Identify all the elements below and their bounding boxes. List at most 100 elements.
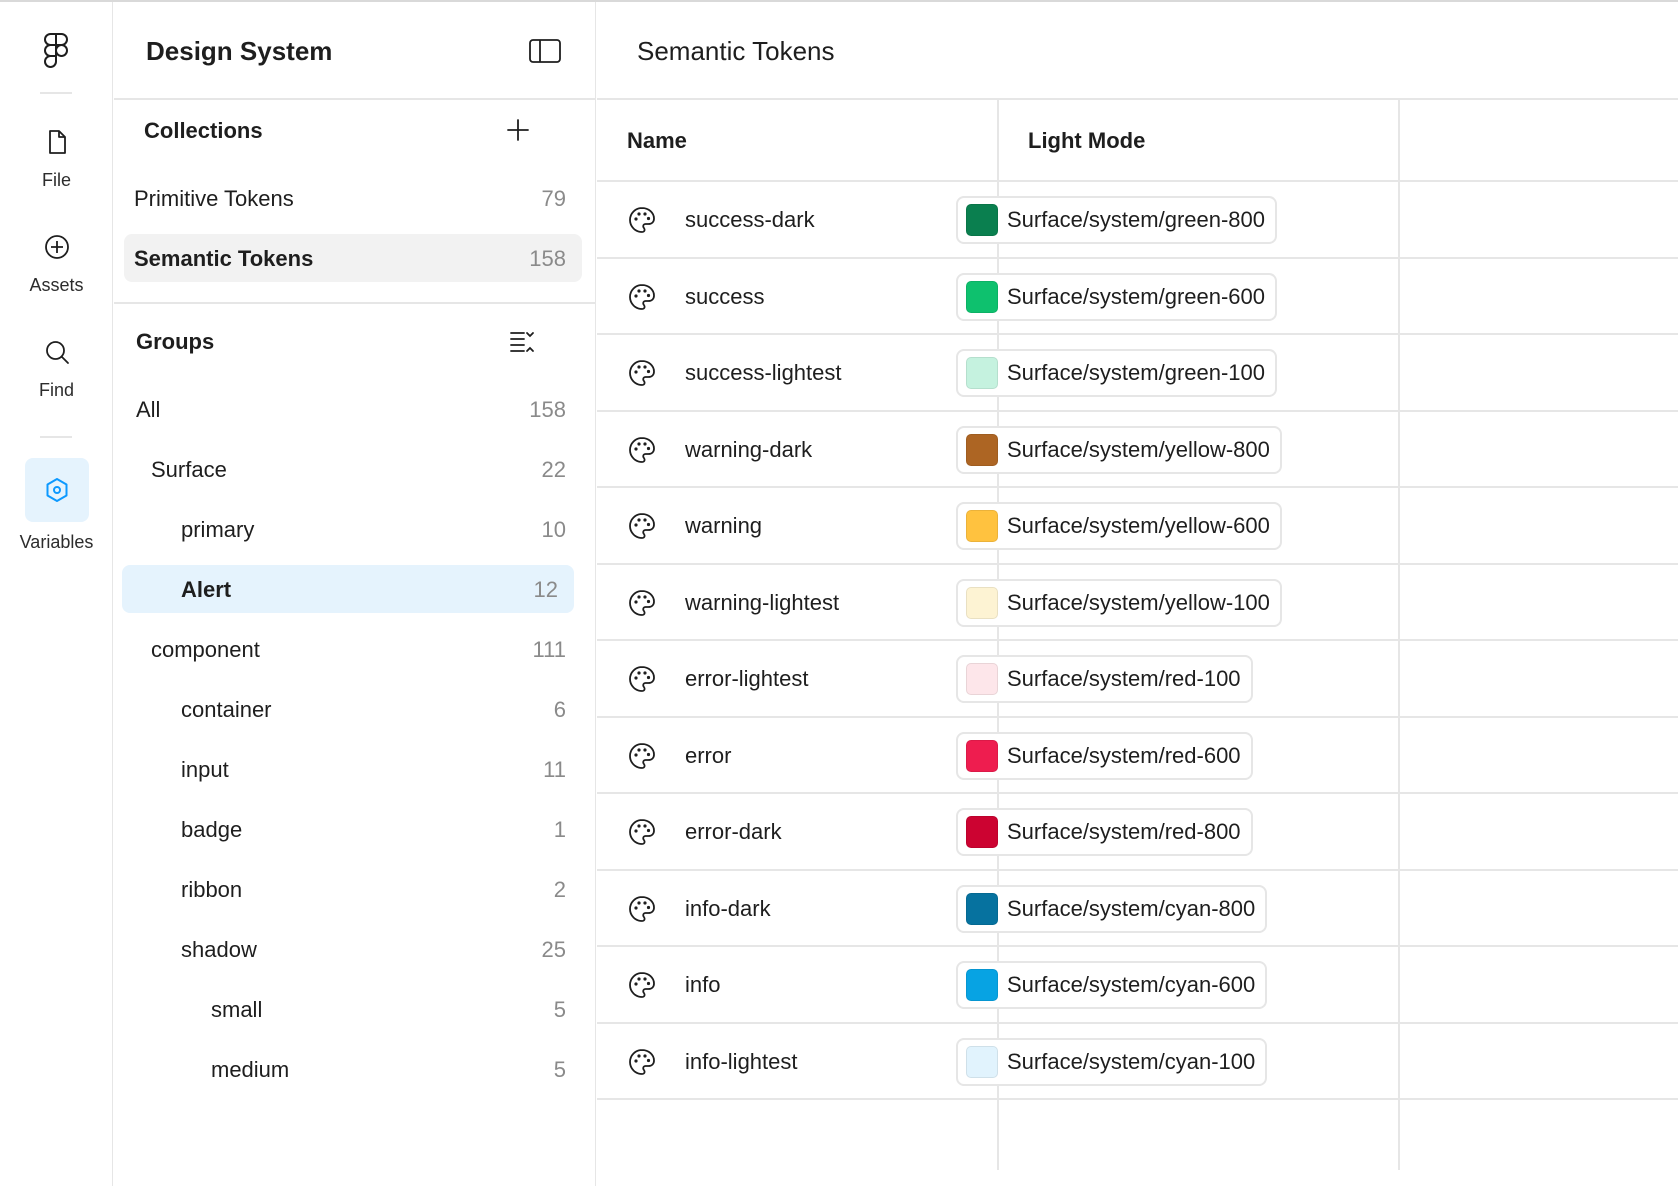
color-swatch bbox=[966, 510, 998, 542]
token-name[interactable]: info-lightest bbox=[685, 1049, 798, 1075]
collection-label: Semantic Tokens bbox=[134, 246, 314, 271]
alias-value-chip[interactable]: Surface/system/cyan-100 bbox=[956, 1037, 1268, 1086]
group-item-all[interactable]: All 158 bbox=[134, 385, 582, 433]
panel-title: Design System bbox=[146, 36, 333, 66]
group-label: medium bbox=[211, 1057, 290, 1082]
collections-title: Collections bbox=[144, 118, 263, 143]
alias-value-chip[interactable]: Surface/system/red-600 bbox=[956, 731, 1253, 780]
color-palette-icon bbox=[627, 664, 657, 694]
alias-value-text: Surface/system/cyan-600 bbox=[1007, 972, 1256, 997]
token-name[interactable]: success-dark bbox=[685, 207, 815, 233]
collection-label: Primitive Tokens bbox=[134, 186, 294, 211]
group-item-badge[interactable]: badge 1 bbox=[134, 805, 582, 853]
color-palette-icon bbox=[627, 358, 657, 388]
alias-value-text: Surface/system/red-600 bbox=[1007, 742, 1241, 768]
group-item-small[interactable]: small 5 bbox=[134, 985, 582, 1033]
alias-value-text: Surface/system/green-100 bbox=[1007, 360, 1266, 385]
alias-value-chip[interactable]: Surface/system/green-100 bbox=[956, 349, 1278, 397]
collection-item-primitive-tokens[interactable]: Primitive Tokens 79 bbox=[134, 174, 582, 222]
group-item-alert[interactable]: Alert 12 bbox=[122, 565, 574, 613]
group-count: 22 bbox=[541, 457, 566, 482]
alias-value-chip[interactable]: Surface/system/green-600 bbox=[956, 272, 1278, 321]
token-name[interactable]: warning bbox=[685, 513, 762, 539]
alias-value-chip[interactable]: Surface/system/yellow-100 bbox=[956, 578, 1282, 627]
color-swatch bbox=[966, 280, 998, 313]
alias-value-chip[interactable]: Surface/system/red-100 bbox=[956, 655, 1253, 703]
token-name[interactable]: warning-dark bbox=[685, 437, 812, 463]
alias-value-chip[interactable]: Surface/system/cyan-800 bbox=[956, 884, 1268, 933]
group-item-medium[interactable]: medium 5 bbox=[134, 1045, 582, 1093]
alias-value-chip[interactable]: Surface/system/cyan-600 bbox=[956, 961, 1268, 1009]
table-row[interactable]: success-dark Surface/system/green-800 bbox=[597, 182, 1678, 259]
token-name[interactable]: warning-lightest bbox=[685, 590, 839, 616]
table-row[interactable]: success Surface/system/green-600 bbox=[597, 259, 1678, 335]
group-count: 158 bbox=[529, 397, 566, 422]
table-row[interactable]: error-lightest Surface/system/red-100 bbox=[597, 641, 1678, 718]
token-name[interactable]: error bbox=[685, 743, 731, 769]
alias-value-text: Surface/system/red-100 bbox=[1007, 666, 1241, 691]
table-row[interactable]: success-lightest Surface/system/green-100 bbox=[597, 335, 1678, 412]
token-name[interactable]: success-lightest bbox=[685, 360, 842, 386]
rail-item-variables[interactable]: Variables bbox=[0, 458, 113, 553]
table-row[interactable]: info-dark Surface/system/cyan-800 bbox=[597, 871, 1678, 947]
search-icon bbox=[45, 341, 69, 364]
group-count: 11 bbox=[543, 757, 566, 782]
section-divider bbox=[114, 302, 596, 304]
table-row[interactable]: warning-dark Surface/system/yellow-800 bbox=[597, 412, 1678, 488]
table-row[interactable]: error Surface/system/red-600 bbox=[597, 718, 1678, 794]
color-swatch bbox=[966, 816, 998, 848]
table-row[interactable]: error-dark Surface/system/red-800 bbox=[597, 794, 1678, 871]
group-item-ribbon[interactable]: ribbon 2 bbox=[134, 865, 582, 913]
collection-count: 79 bbox=[541, 186, 566, 211]
group-item-component[interactable]: component 111 bbox=[134, 625, 582, 673]
add-collection-icon[interactable] bbox=[504, 116, 532, 144]
alias-value-chip[interactable]: Surface/system/yellow-800 bbox=[956, 425, 1282, 474]
token-name[interactable]: info-dark bbox=[685, 896, 771, 922]
color-palette-icon bbox=[627, 817, 657, 847]
alias-value-text: Surface/system/yellow-600 bbox=[1007, 513, 1270, 538]
groups-header: Groups bbox=[114, 323, 596, 363]
column-header-light-mode[interactable]: Light Mode bbox=[1028, 128, 1145, 154]
collapse-groups-icon[interactable] bbox=[508, 327, 536, 355]
group-item-primary[interactable]: primary 10 bbox=[134, 505, 582, 553]
alias-value-chip[interactable]: Surface/system/yellow-600 bbox=[956, 502, 1282, 550]
rail-item-find[interactable]: Find bbox=[0, 338, 113, 401]
group-count: 10 bbox=[541, 517, 566, 542]
group-label: Surface bbox=[151, 457, 227, 482]
collection-item-semantic-tokens[interactable]: Semantic Tokens 158 bbox=[124, 234, 582, 282]
table-row[interactable]: warning-lightest Surface/system/yellow-10… bbox=[597, 565, 1678, 641]
group-label: badge bbox=[181, 817, 243, 842]
color-swatch bbox=[966, 204, 998, 236]
column-header-name: Name bbox=[627, 128, 687, 153]
alias-value-chip[interactable]: Surface/system/red-800 bbox=[956, 808, 1253, 856]
group-count: 2 bbox=[553, 877, 566, 902]
group-item-shadow[interactable]: shadow 25 bbox=[134, 925, 582, 973]
token-name[interactable]: error-dark bbox=[685, 819, 782, 845]
color-swatch bbox=[966, 1045, 998, 1078]
table-row[interactable]: warning Surface/system/yellow-600 bbox=[597, 488, 1678, 565]
group-item-container[interactable]: container 6 bbox=[134, 685, 582, 733]
token-name[interactable]: info bbox=[685, 972, 720, 998]
sidebar-toggle-icon[interactable] bbox=[528, 38, 562, 64]
group-count: 5 bbox=[553, 997, 566, 1022]
collection-title: Semantic Tokens bbox=[637, 36, 835, 66]
rail-item-file[interactable]: File bbox=[0, 128, 113, 191]
group-item-surface[interactable]: Surface 22 bbox=[134, 445, 582, 493]
color-palette-icon bbox=[627, 1047, 657, 1077]
rail-item-assets[interactable]: Assets bbox=[0, 233, 113, 296]
group-item-input[interactable]: input 11 bbox=[134, 745, 582, 793]
alias-value-text: Surface/system/green-800 bbox=[1007, 207, 1266, 232]
figma-logo-icon[interactable] bbox=[42, 32, 70, 68]
rail-label-variables: Variables bbox=[19, 532, 94, 552]
token-name[interactable]: error-lightest bbox=[685, 666, 808, 692]
rail-divider bbox=[40, 436, 72, 438]
table-header: Name Light Mode bbox=[597, 100, 1678, 182]
alias-value-text: Surface/system/green-600 bbox=[1007, 283, 1266, 309]
alias-value-chip[interactable]: Surface/system/green-800 bbox=[956, 196, 1278, 244]
table-row[interactable]: info-lightest Surface/system/cyan-100 bbox=[597, 1024, 1678, 1100]
token-name[interactable]: success bbox=[685, 284, 764, 310]
group-count: 6 bbox=[553, 697, 566, 722]
table-row[interactable]: info Surface/system/cyan-600 bbox=[597, 947, 1678, 1024]
color-swatch bbox=[966, 586, 998, 619]
color-swatch bbox=[966, 433, 998, 466]
